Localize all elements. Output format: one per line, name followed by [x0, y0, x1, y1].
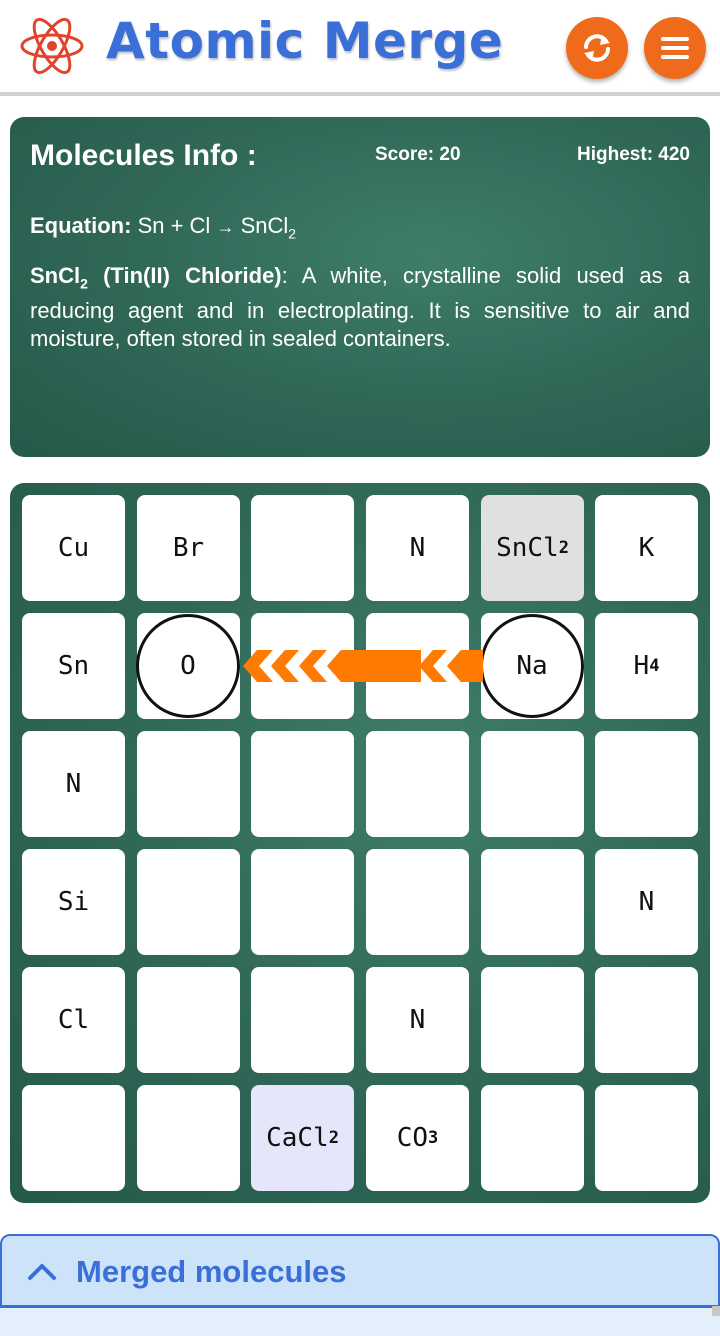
molecules-info-panel: Molecules Info : Score: 20 Highest: 420 … [10, 117, 710, 457]
board-cell[interactable] [595, 967, 698, 1073]
board-cell[interactable] [595, 1085, 698, 1191]
chevron-up-icon [28, 1264, 56, 1280]
app-title: Atomic Merge [106, 12, 504, 70]
menu-button[interactable] [644, 17, 706, 79]
board-cell[interactable] [251, 495, 354, 601]
app-header: Atomic Merge [0, 0, 720, 96]
board-cell[interactable]: Br [137, 495, 240, 601]
board-cell[interactable] [481, 849, 584, 955]
selected-atom-ring[interactable]: Na [480, 614, 584, 718]
board-cell[interactable] [481, 731, 584, 837]
board-cell[interactable] [251, 849, 354, 955]
board-cell[interactable] [137, 849, 240, 955]
board-cell[interactable] [22, 1085, 125, 1191]
board-cell[interactable]: CaCl 2 [251, 1085, 354, 1191]
board-cell[interactable]: N [366, 495, 469, 601]
equation-label: Equation: [30, 213, 132, 238]
merged-molecules-panel [0, 1308, 720, 1336]
equation: Equation: Sn + Cl → SnCl2 [30, 213, 296, 241]
board-cell[interactable] [366, 849, 469, 955]
board-cell[interactable]: N [22, 731, 125, 837]
board-cell[interactable]: K [595, 495, 698, 601]
merged-molecules-toggle[interactable]: Merged molecules [0, 1234, 720, 1308]
left-arrow-icon [243, 650, 483, 682]
board-cell[interactable] [137, 731, 240, 837]
highest-score-label: Highest: 420 [577, 144, 690, 165]
equation-arrow: → [216, 217, 235, 237]
atom-icon [20, 17, 84, 75]
refresh-button[interactable] [566, 17, 628, 79]
board-cell[interactable] [481, 1085, 584, 1191]
board-cell[interactable]: Cu [22, 495, 125, 601]
selected-atom-ring[interactable]: O [136, 614, 240, 718]
board-cell[interactable]: CO 3 [366, 1085, 469, 1191]
board-cell[interactable] [251, 731, 354, 837]
board-cell[interactable] [366, 731, 469, 837]
board-cell[interactable] [595, 731, 698, 837]
board-cell[interactable] [137, 967, 240, 1073]
info-title: Molecules Info : [30, 139, 257, 172]
score-label: Score: 20 [375, 144, 461, 165]
board-cell[interactable] [137, 1085, 240, 1191]
board-cell[interactable] [481, 967, 584, 1073]
board-cell[interactable] [251, 967, 354, 1073]
scrollbar[interactable] [712, 1306, 720, 1316]
molecule-description: SnCl2 (Tin(II) Chloride): A white, cryst… [30, 262, 690, 353]
board-cell[interactable]: Sn [22, 613, 125, 719]
refresh-icon [584, 34, 610, 62]
board-cell[interactable]: H4 [595, 613, 698, 719]
molecule-name: SnCl2 (Tin(II) Chloride) [30, 263, 282, 292]
equation-lhs: Sn + Cl [137, 213, 211, 238]
board-cell[interactable]: N [595, 849, 698, 955]
merged-molecules-label: Merged molecules [76, 1254, 347, 1289]
board-cell[interactable]: N [366, 967, 469, 1073]
board-cell[interactable]: SnCl 2 [481, 495, 584, 601]
equation-rhs: SnCl2 [240, 213, 297, 242]
hamburger-menu-icon [661, 37, 689, 59]
board-cell[interactable]: Cl [22, 967, 125, 1073]
board-cell[interactable]: Si [22, 849, 125, 955]
